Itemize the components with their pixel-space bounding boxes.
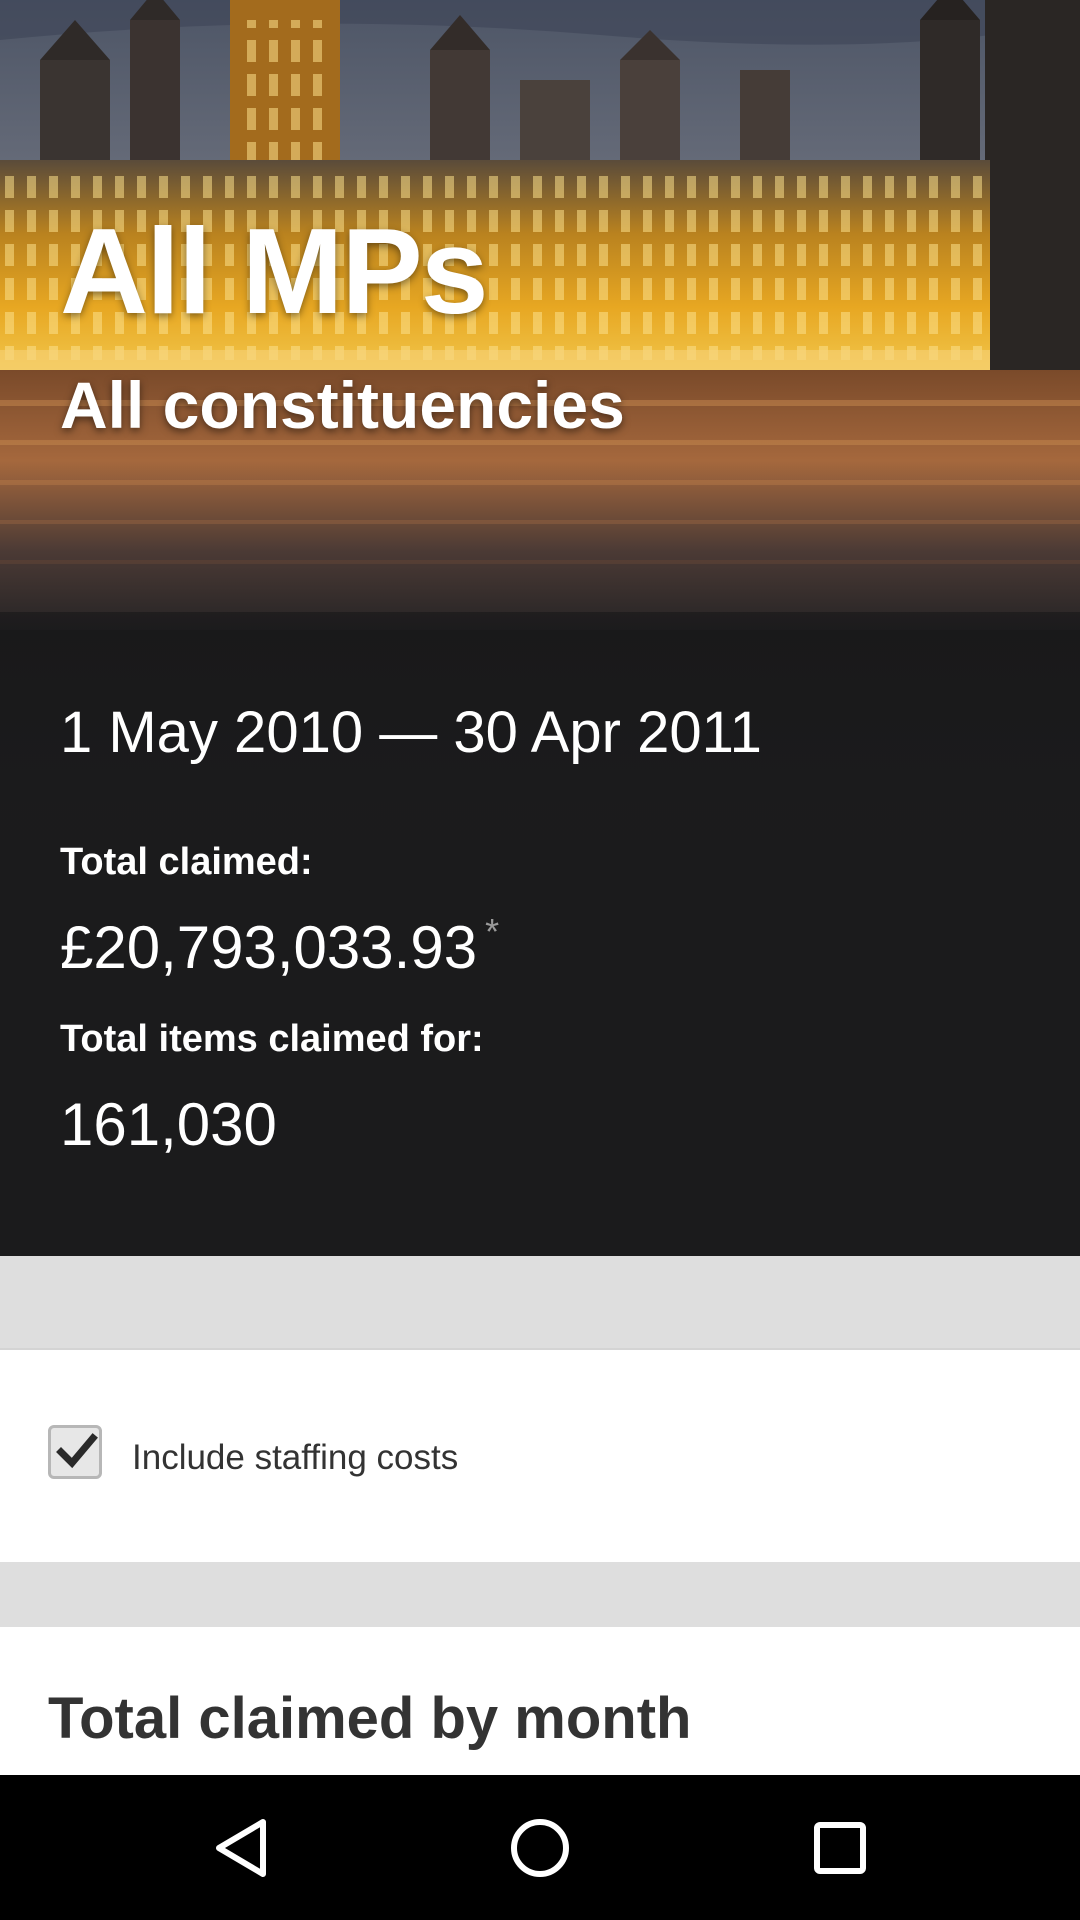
- date-range: 1 May 2010 — 30 Apr 2011: [60, 700, 762, 765]
- include-staffing-label[interactable]: Include staffing costs: [132, 1440, 458, 1475]
- total-claimed-label: Total claimed:: [60, 841, 313, 883]
- page-title: All MPs: [60, 203, 489, 339]
- back-button[interactable]: [151, 1775, 331, 1920]
- back-icon: [216, 1818, 266, 1877]
- include-staffing-checkbox[interactable]: [48, 1425, 102, 1479]
- section-title: Total claimed by month: [48, 1686, 692, 1751]
- recents-icon: [814, 1821, 866, 1874]
- total-items-label: Total items claimed for:: [60, 1018, 484, 1060]
- footnote-asterisk[interactable]: *: [485, 911, 499, 952]
- system-nav-bar: [0, 1775, 1080, 1920]
- total-claimed-row: £20,793,033.93 *: [60, 914, 499, 978]
- section-divider: [0, 1562, 1080, 1627]
- home-button[interactable]: [450, 1775, 630, 1920]
- total-items-value: 161,030: [60, 1091, 277, 1158]
- home-icon: [511, 1818, 569, 1877]
- hero-banner: All MPs All constituencies 1 May 2010 — …: [0, 0, 1080, 1256]
- checkmark-icon: [56, 1433, 98, 1469]
- total-claimed-value: £20,793,033.93: [60, 914, 478, 981]
- recents-button[interactable]: [750, 1775, 930, 1920]
- page-subtitle: All constituencies: [60, 368, 625, 442]
- section-divider: [0, 1256, 1080, 1350]
